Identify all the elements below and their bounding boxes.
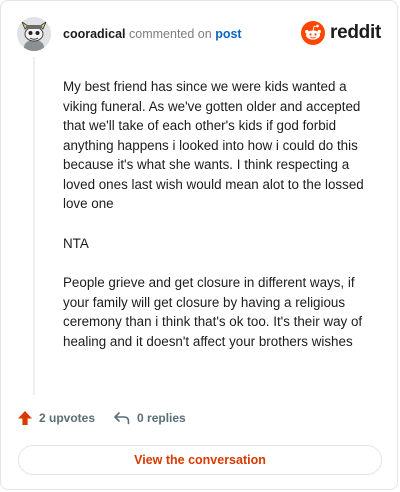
user-avatar[interactable] [17, 17, 51, 51]
snoo-avatar-icon [17, 17, 51, 51]
thread-line[interactable] [33, 57, 35, 395]
upvotes-stat[interactable]: 2 upvotes [17, 410, 95, 426]
action-text: commented on [129, 27, 212, 41]
reddit-brand[interactable]: reddit [301, 21, 381, 45]
upvote-arrow-icon [18, 411, 32, 425]
comment-stats: 2 upvotes 0 replies [17, 410, 204, 426]
username-link[interactable]: cooradical [63, 27, 126, 41]
reply-arrow-icon [114, 412, 130, 425]
comment-paragraph: NTA [63, 235, 89, 251]
comment-header: cooradical commented on post [17, 17, 242, 51]
reddit-logo-icon [301, 21, 326, 45]
view-conversation-button[interactable]: View the conversation [18, 445, 382, 475]
comment-meta: cooradical commented on post [63, 27, 242, 41]
replies-count: 0 replies [137, 411, 186, 425]
upvotes-count: 2 upvotes [39, 411, 96, 425]
embedded-comment-card: cooradical commented on post reddit My b… [0, 0, 398, 490]
replies-stat[interactable]: 0 replies [113, 410, 186, 426]
post-link[interactable]: post [215, 27, 241, 41]
comment-body: My best friend has since we were kids wa… [63, 77, 381, 371]
comment-paragraph: My best friend has since we were kids wa… [63, 79, 364, 211]
comment-paragraph: People grieve and get closure in differe… [63, 275, 363, 349]
reddit-wordmark: reddit [330, 22, 381, 43]
